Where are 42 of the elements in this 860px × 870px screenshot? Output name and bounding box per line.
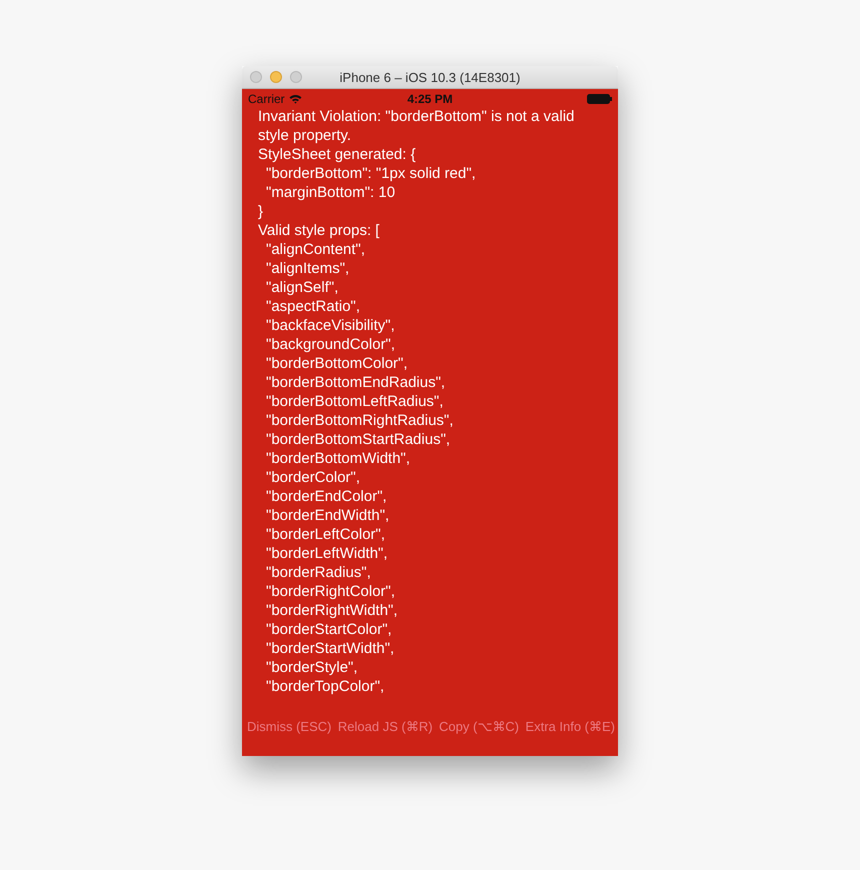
error-line: "borderLeftColor", <box>265 525 386 544</box>
zoom-button[interactable] <box>290 71 302 83</box>
window-title: iPhone 6 – iOS 10.3 (14E8301) <box>340 70 520 84</box>
error-line: "borderBottomColor", <box>265 354 409 373</box>
error-line: "backfaceVisibility", <box>265 316 396 335</box>
error-line: "alignContent", <box>265 240 366 259</box>
close-button[interactable] <box>250 71 262 83</box>
error-line: "alignItems", <box>265 259 350 278</box>
error-message: Invariant Violation: "borderBottom" is not a valid style property. <box>258 107 576 145</box>
battery-icon <box>587 94 612 104</box>
error-line: "aspectRatio", <box>265 297 362 316</box>
error-line: "borderLeftWidth", <box>265 544 389 563</box>
error-line: "borderStartWidth", <box>265 639 396 658</box>
footer-button[interactable]: Copy (⌥⌘C) <box>438 719 519 734</box>
wifi-icon <box>288 94 302 104</box>
error-line: "borderEndColor", <box>265 487 388 506</box>
error-line: "borderBottomRightRadius", <box>265 411 454 430</box>
error-line: "borderBottom": "1px solid red", <box>265 164 477 183</box>
footer-button[interactable]: Reload JS (⌘R) <box>338 719 433 734</box>
error-line: } <box>258 202 264 221</box>
footer-button[interactable]: Extra Info (⌘E) <box>525 719 615 734</box>
error-line: "borderTopColor", <box>265 677 386 696</box>
error-line: "borderStyle", <box>265 658 359 677</box>
error-line: "borderColor", <box>265 468 362 487</box>
error-line: "backgroundColor", <box>265 335 396 354</box>
minimize-button[interactable] <box>270 71 282 83</box>
footer-button[interactable]: Dismiss (ESC) <box>247 719 332 734</box>
error-line: "borderStartColor", <box>265 620 393 639</box>
error-line: "borderRightWidth", <box>265 601 399 620</box>
error-line: "borderBottomLeftRadius", <box>265 392 444 411</box>
error-line: Valid style props: [ <box>258 221 380 240</box>
status-time: 4:25 PM <box>407 92 453 106</box>
error-line: "borderRightColor", <box>265 582 396 601</box>
carrier-label: Carrier <box>248 92 285 106</box>
error-line: "borderBottomEndRadius", <box>265 373 446 392</box>
error-line: "marginBottom": 10 <box>265 183 396 202</box>
error-line: "alignSelf", <box>265 278 340 297</box>
error-line: StyleSheet generated: { <box>258 145 417 164</box>
error-line: "borderRadius", <box>265 563 372 582</box>
error-line: "borderEndWidth", <box>265 506 390 525</box>
error-line: "borderBottomWidth", <box>265 449 412 468</box>
error-line: "borderBottomStartRadius", <box>265 430 452 449</box>
